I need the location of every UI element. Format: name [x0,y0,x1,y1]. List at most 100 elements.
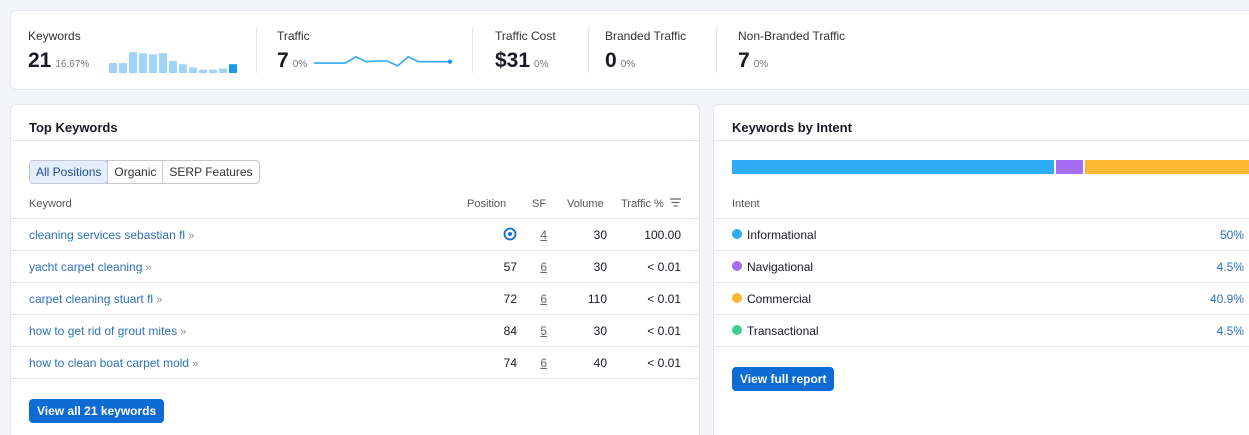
metric-non-branded-pct: 0% [753,59,769,70]
table-row[interactable]: carpet cleaning stuart fl» 72 6 110 < 0.… [11,282,699,314]
metric-keywords-label: Keywords [28,29,81,43]
keywords-spark-bar [229,64,237,73]
metric-non-branded-value: 7 [738,49,750,72]
table-row[interactable]: how to get rid of grout mites» 84 5 30 <… [11,314,699,346]
intent-row-navigational[interactable]: Navigational 4.5% [714,250,1249,282]
chevron-right-icon: » [145,262,152,274]
divider [11,378,699,379]
sf-count[interactable]: 6 [540,292,547,306]
keywords-spark-bar [189,67,197,73]
intent-row-commercial[interactable]: Commercial 40.9% [714,282,1249,314]
metric-traffic-cost-value: $31 [495,49,531,72]
keywords-bar-sparkline [109,52,237,73]
keywords-spark-bar [109,63,117,73]
position-cell: 84 [503,324,517,338]
column-header-position[interactable]: Position [467,198,506,210]
keyword-link[interactable]: cleaning services sebastian fl» [29,228,194,242]
position-cell: 57 [503,260,517,274]
metric-non-branded-label: Non-Branded Traffic [738,29,846,43]
metric-traffic[interactable]: Traffic 7 0% [277,29,310,72]
metric-branded-label: Branded Traffic [605,29,687,43]
chevron-right-icon: » [180,326,187,338]
keywords-by-intent-title: Keywords by Intent [732,120,852,135]
intent-segment-commercial[interactable] [1082,160,1249,174]
divider [588,27,589,73]
metric-keywords-pct: 16.67% [55,59,90,70]
sf-count[interactable]: 5 [540,324,547,338]
keywords-spark-bar [159,53,167,73]
column-header-traffic[interactable]: Traffic % [621,198,681,210]
traffic-cell: < 0.01 [647,356,681,370]
divider [714,140,1249,141]
volume-cell: 30 [593,228,607,242]
tab-serp-features[interactable]: SERP Features [162,161,258,183]
volume-cell: 40 [593,356,607,370]
metric-traffic-cost-label: Traffic Cost [495,29,556,43]
metric-non-branded-traffic[interactable]: Non-Branded Traffic 7 0% [738,29,846,72]
column-header-intent: Intent [732,198,760,210]
view-all-keywords-button[interactable]: View all 21 keywords [29,399,165,423]
keywords-spark-bar [169,60,177,73]
tab-organic[interactable]: Organic [107,161,162,183]
position-cell: 72 [503,292,517,306]
position-cell: 74 [503,356,517,370]
sf-count[interactable]: 4 [540,228,547,242]
intent-row-transactional[interactable]: Transactional 4.5% [714,314,1249,346]
keywords-spark-bar [219,68,227,73]
keywords-by-intent-card: Keywords by Intent Intent Informational … [713,104,1249,435]
intent-segment-navigational[interactable] [1054,160,1083,174]
top-keywords-card: Top Keywords All Positions Organic SERP … [10,104,700,435]
traffic-spark-endpoint [447,59,453,64]
table-row[interactable]: cleaning services sebastian fl» 4 30 100… [11,218,699,250]
traffic-cell: 100.00 [644,228,681,242]
view-full-report-button[interactable]: View full report [732,367,835,391]
traffic-cell: < 0.01 [647,260,681,274]
column-header-keyword[interactable]: Keyword [29,198,72,210]
volume-cell: 30 [593,324,607,338]
column-header-sf[interactable]: SF [532,198,546,210]
keyword-link[interactable]: yacht carpet cleaning» [29,260,152,274]
chevron-right-icon: » [156,294,163,306]
keywords-spark-bar [199,69,207,73]
metric-traffic-cost[interactable]: Traffic Cost $31 0% [495,29,556,72]
keyword-link[interactable]: carpet cleaning stuart fl» [29,292,162,306]
informational-dot-icon [732,229,742,239]
keyword-link[interactable]: how to get rid of grout mites» [29,324,186,338]
sort-icon[interactable] [669,198,681,210]
table-row[interactable]: how to clean boat carpet mold» 74 6 40 <… [11,346,699,378]
column-header-volume[interactable]: Volume [567,198,604,210]
sf-count[interactable]: 6 [540,356,547,370]
intent-pct[interactable]: 50% [1220,228,1244,242]
traffic-line-sparkline [314,55,453,67]
summary-bar: Keywords 21 16.67% Traffic 7 0% Traffic … [10,10,1249,90]
volume-cell: 110 [587,292,607,306]
traffic-spark-line [314,55,450,67]
divider [714,346,1249,347]
intent-segment-informational[interactable] [732,160,1054,174]
intent-row-informational[interactable]: Informational 50% [714,218,1249,250]
intent-pct[interactable]: 4.5% [1217,260,1244,274]
metric-branded-traffic[interactable]: Branded Traffic 0 0% [605,29,687,72]
intent-distribution-bar[interactable] [732,160,1249,174]
chevron-right-icon: » [192,358,199,370]
tab-all-positions[interactable]: All Positions [29,161,109,183]
keywords-spark-bar [139,53,147,73]
sf-count[interactable]: 6 [540,260,547,274]
divider [716,27,717,73]
metric-traffic-value: 7 [277,49,289,72]
location-pin-icon [503,227,517,244]
metric-keywords-value: 21 [28,49,52,72]
traffic-cell: < 0.01 [647,292,681,306]
metric-traffic-pct: 0% [292,59,308,70]
intent-pct[interactable]: 40.9% [1210,292,1244,306]
intent-name: Informational [747,228,817,242]
table-row[interactable]: yacht carpet cleaning» 57 6 30 < 0.01 [11,250,699,282]
metric-keywords[interactable]: Keywords 21 16.67% [28,29,89,72]
metric-branded-value: 0 [605,49,617,72]
intent-pct[interactable]: 4.5% [1217,324,1244,338]
intent-name: Commercial [747,292,812,306]
keywords-spark-bar [209,69,217,73]
metric-traffic-label: Traffic [277,29,310,43]
traffic-cell: < 0.01 [647,324,681,338]
keyword-link[interactable]: how to clean boat carpet mold» [29,356,198,370]
